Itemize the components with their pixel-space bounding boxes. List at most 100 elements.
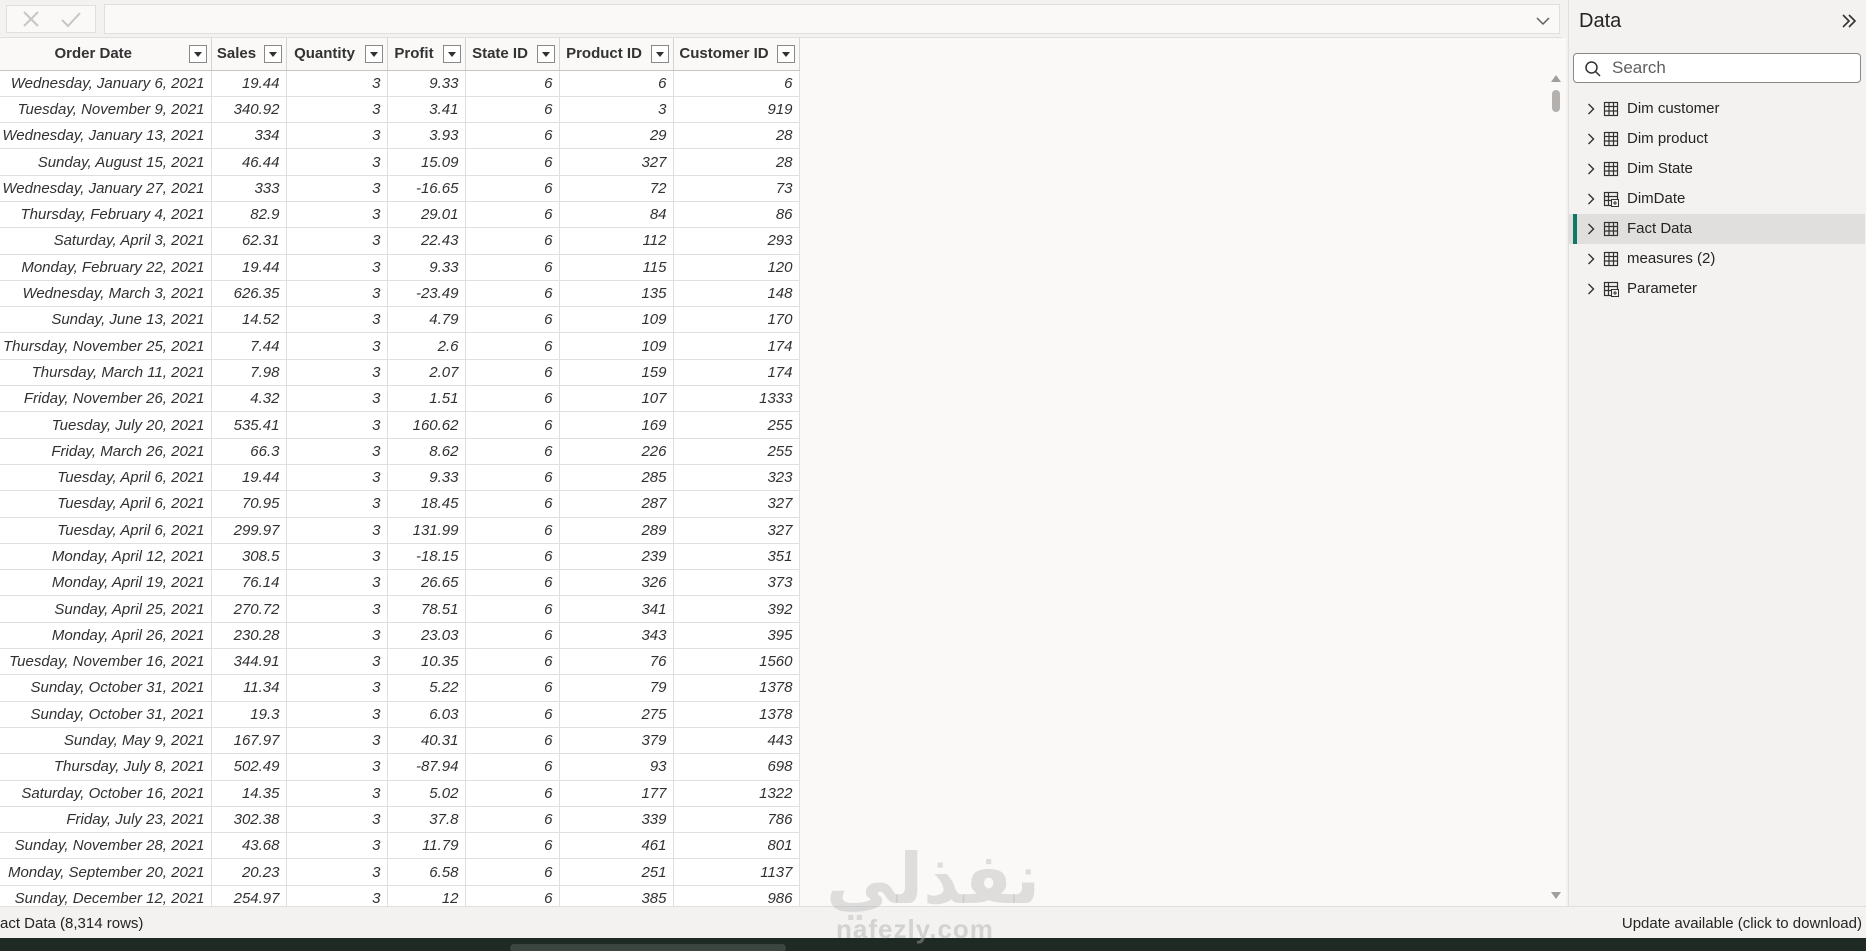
cell-state-id[interactable]: 6	[465, 622, 560, 650]
cell-profit[interactable]: 131.99	[387, 517, 466, 544]
cell-order-date[interactable]: Thursday, November 25, 2021	[0, 332, 212, 360]
cell-quantity[interactable]: 3	[286, 727, 388, 755]
cell-profit[interactable]: 160.62	[387, 411, 466, 439]
cell-product-id[interactable]: 135	[559, 280, 674, 308]
cell-state-id[interactable]: 6	[465, 385, 560, 413]
cell-sales[interactable]: 46.44	[211, 148, 287, 176]
cell-product-id[interactable]: 177	[559, 780, 674, 807]
column-filter-dropdown-icon[interactable]	[263, 45, 282, 63]
cell-product-id[interactable]: 341	[559, 595, 674, 623]
cell-order-date[interactable]: Sunday, October 31, 2021	[0, 701, 212, 728]
cell-customer-id[interactable]: 395	[673, 622, 800, 650]
cell-state-id[interactable]: 6	[465, 674, 560, 702]
cell-profit[interactable]: -23.49	[387, 280, 466, 308]
cell-profit[interactable]: -18.15	[387, 543, 466, 571]
taskbar-search-pill[interactable]	[510, 944, 786, 951]
cell-quantity[interactable]: 3	[286, 858, 388, 886]
column-header-product-id[interactable]: Product ID	[559, 38, 674, 71]
cell-quantity[interactable]: 3	[286, 122, 388, 150]
cell-state-id[interactable]: 6	[465, 227, 560, 255]
cell-order-date[interactable]: Tuesday, April 6, 2021	[0, 464, 212, 492]
cell-order-date[interactable]: Thursday, March 11, 2021	[0, 359, 212, 387]
cell-order-date[interactable]: Sunday, May 9, 2021	[0, 727, 212, 755]
cell-product-id[interactable]: 3	[559, 96, 674, 124]
cell-state-id[interactable]: 6	[465, 858, 560, 886]
cell-profit[interactable]: 9.33	[387, 70, 466, 97]
cell-profit[interactable]: 1.51	[387, 385, 466, 413]
cell-order-date[interactable]: Wednesday, March 3, 2021	[0, 280, 212, 308]
cell-profit[interactable]: 4.79	[387, 306, 466, 334]
cell-sales[interactable]: 19.44	[211, 70, 287, 97]
cell-customer-id[interactable]: 986	[673, 885, 800, 906]
cell-profit[interactable]: 37.8	[387, 806, 466, 834]
cell-order-date[interactable]: Wednesday, January 6, 2021	[0, 70, 212, 97]
cell-sales[interactable]: 230.28	[211, 622, 287, 650]
cell-product-id[interactable]: 93	[559, 753, 674, 781]
cell-customer-id[interactable]: 255	[673, 411, 800, 439]
cell-product-id[interactable]: 287	[559, 490, 674, 518]
cell-order-date[interactable]: Monday, April 19, 2021	[0, 569, 212, 597]
cell-sales[interactable]: 14.52	[211, 306, 287, 334]
cell-profit[interactable]: 3.41	[387, 96, 466, 124]
tree-item-dim-customer[interactable]: Dim customer	[1569, 94, 1865, 124]
update-available-link[interactable]: Update available (click to download)	[1622, 915, 1862, 932]
cell-product-id[interactable]: 109	[559, 306, 674, 334]
cell-sales[interactable]: 4.32	[211, 385, 287, 413]
cell-order-date[interactable]: Sunday, October 31, 2021	[0, 674, 212, 702]
cell-sales[interactable]: 20.23	[211, 858, 287, 886]
cell-sales[interactable]: 344.91	[211, 648, 287, 676]
cell-customer-id[interactable]: 1322	[673, 780, 800, 807]
cell-product-id[interactable]: 76	[559, 648, 674, 676]
cell-customer-id[interactable]: 1378	[673, 674, 800, 702]
column-filter-dropdown-icon[interactable]	[536, 45, 555, 63]
cell-quantity[interactable]: 3	[286, 175, 388, 202]
cell-quantity[interactable]: 3	[286, 780, 388, 807]
cell-product-id[interactable]: 112	[559, 227, 674, 255]
cell-product-id[interactable]: 327	[559, 148, 674, 176]
cell-quantity[interactable]: 3	[286, 227, 388, 255]
cell-sales[interactable]: 66.3	[211, 438, 287, 465]
cell-state-id[interactable]: 6	[465, 254, 560, 281]
data-search-input[interactable]	[1612, 57, 1852, 79]
cell-customer-id[interactable]: 351	[673, 543, 800, 571]
cell-order-date[interactable]: Wednesday, January 13, 2021	[0, 122, 212, 150]
column-header-sales[interactable]: Sales	[211, 38, 287, 71]
cell-state-id[interactable]: 6	[465, 806, 560, 834]
cell-state-id[interactable]: 6	[465, 464, 560, 492]
cell-state-id[interactable]: 6	[465, 543, 560, 571]
cell-order-date[interactable]: Sunday, November 28, 2021	[0, 832, 212, 860]
cell-state-id[interactable]: 6	[465, 332, 560, 360]
cell-product-id[interactable]: 159	[559, 359, 674, 387]
cell-product-id[interactable]: 461	[559, 832, 674, 860]
column-header-customer-id[interactable]: Customer ID	[673, 38, 800, 71]
cell-product-id[interactable]: 275	[559, 701, 674, 728]
scroll-down-arrow-icon[interactable]	[1551, 892, 1561, 900]
cell-state-id[interactable]: 6	[465, 701, 560, 728]
cell-sales[interactable]: 7.44	[211, 332, 287, 360]
cell-customer-id[interactable]: 120	[673, 254, 800, 281]
cell-order-date[interactable]: Thursday, February 4, 2021	[0, 201, 212, 229]
column-header-profit[interactable]: Profit	[387, 38, 466, 71]
cell-order-date[interactable]: Tuesday, April 6, 2021	[0, 490, 212, 518]
cell-quantity[interactable]: 3	[286, 648, 388, 676]
cell-customer-id[interactable]: 174	[673, 332, 800, 360]
cell-sales[interactable]: 299.97	[211, 517, 287, 544]
cell-sales[interactable]: 82.9	[211, 201, 287, 229]
cell-order-date[interactable]: Friday, March 26, 2021	[0, 438, 212, 465]
collapse-pane-chevrons-icon[interactable]	[1840, 12, 1858, 30]
cell-state-id[interactable]: 6	[465, 96, 560, 124]
cell-profit[interactable]: 5.02	[387, 780, 466, 807]
cell-profit[interactable]: 23.03	[387, 622, 466, 650]
tree-item-parameter[interactable]: Parameter	[1569, 274, 1865, 304]
formula-input[interactable]	[104, 4, 1560, 34]
cell-order-date[interactable]: Monday, February 22, 2021	[0, 254, 212, 281]
cell-sales[interactable]: 167.97	[211, 727, 287, 755]
cell-quantity[interactable]: 3	[286, 490, 388, 518]
column-header-quantity[interactable]: Quantity	[286, 38, 388, 71]
cell-customer-id[interactable]: 73	[673, 175, 800, 202]
cell-profit[interactable]: -16.65	[387, 175, 466, 202]
column-filter-dropdown-icon[interactable]	[188, 45, 207, 63]
cell-quantity[interactable]: 3	[286, 701, 388, 728]
expand-chevron-right-icon[interactable]	[1587, 253, 1595, 265]
cell-quantity[interactable]: 3	[286, 885, 388, 906]
